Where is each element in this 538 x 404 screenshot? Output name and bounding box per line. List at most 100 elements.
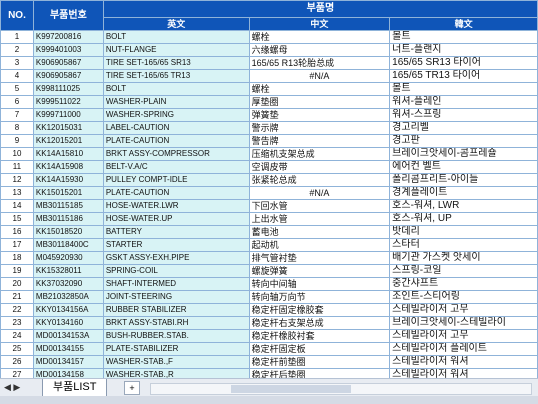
chinese-name-cell[interactable]: 165/65 R13轮胎总成	[248, 56, 391, 70]
part-number-cell[interactable]: K906905867	[32, 69, 104, 83]
english-name-cell[interactable]: WASHER-STAB.,R	[102, 368, 250, 378]
chinese-name-cell[interactable]: 空调皮带	[248, 160, 391, 174]
korean-name-cell[interactable]: 스테빌라이저 플레이트	[389, 342, 538, 356]
korean-name-cell[interactable]: 배기관 가스켓 앗세이	[389, 251, 538, 265]
korean-name-cell[interactable]: 스테빌라이저 고무	[389, 303, 538, 317]
row-number-cell[interactable]: 17	[0, 238, 34, 252]
korean-name-cell[interactable]: 스테빌라이저 고무	[389, 329, 538, 343]
korean-name-cell[interactable]: 경고리벨	[389, 121, 538, 135]
header-part-name[interactable]: 부품명	[102, 0, 538, 18]
part-number-cell[interactable]: KK14A15930	[32, 173, 104, 187]
part-number-cell[interactable]: K997200816	[32, 30, 104, 44]
part-number-cell[interactable]: KK12015031	[32, 121, 104, 135]
korean-name-cell[interactable]: 볼트	[389, 30, 538, 44]
korean-name-cell[interactable]: 호스-워셔, UP	[389, 212, 538, 226]
chinese-name-cell[interactable]: 排气管衬垫	[248, 251, 391, 265]
chinese-name-cell[interactable]: 稳定杆右支架总成	[248, 316, 391, 330]
english-name-cell[interactable]: HOSE-WATER.LWR	[102, 199, 250, 213]
header-chinese[interactable]: 中文	[248, 17, 391, 31]
english-name-cell[interactable]: WASHER-SPRING	[102, 108, 250, 122]
part-number-cell[interactable]: KK14A15908	[32, 160, 104, 174]
english-name-cell[interactable]: BRKT ASSY-STABI.RH	[102, 316, 250, 330]
chinese-name-cell[interactable]: 稳定杆固定橡胶套	[248, 303, 391, 317]
chinese-name-cell[interactable]: 压缩机支架总成	[248, 147, 391, 161]
english-name-cell[interactable]: SHAFT-INTERMED	[102, 277, 250, 291]
part-number-cell[interactable]: MB30115186	[32, 212, 104, 226]
english-name-cell[interactable]: GSKT ASSY-EXH.PIPE	[102, 251, 250, 265]
row-number-cell[interactable]: 19	[0, 264, 34, 278]
chinese-name-cell[interactable]: 厚垫圈	[248, 95, 391, 109]
sheet-nav-arrows-icon[interactable]: ◀ ▶	[4, 382, 20, 393]
part-number-cell[interactable]: K998111025	[32, 82, 104, 96]
part-number-cell[interactable]: KK37032090	[32, 277, 104, 291]
part-number-cell[interactable]: MD00134153A	[32, 329, 104, 343]
korean-name-cell[interactable]: 스프링-코일	[389, 264, 538, 278]
english-name-cell[interactable]: BELT-V.A/C	[102, 160, 250, 174]
part-number-cell[interactable]: K999711000	[32, 108, 104, 122]
english-name-cell[interactable]: LABEL-CAUTION	[102, 121, 250, 135]
chinese-name-cell[interactable]: 警示牌	[248, 121, 391, 135]
english-name-cell[interactable]: WASHER-PLAIN	[102, 95, 250, 109]
row-number-cell[interactable]: 1	[0, 30, 34, 44]
part-number-cell[interactable]: MD00134157	[32, 355, 104, 369]
english-name-cell[interactable]: TIRE SET-165/65 TR13	[102, 69, 250, 83]
header-part-number[interactable]: 부품번호	[32, 0, 104, 31]
part-number-cell[interactable]: MD00134158	[32, 368, 104, 378]
sheet-tab-parts-list[interactable]: 부품LIST	[42, 379, 108, 397]
korean-name-cell[interactable]: 브레이크앗세이-스테빌라이	[389, 316, 538, 330]
row-number-cell[interactable]: 20	[0, 277, 34, 291]
english-name-cell[interactable]: JOINT-STEERING	[102, 290, 250, 304]
row-number-cell[interactable]: 16	[0, 225, 34, 239]
chinese-name-cell[interactable]: 稳定杆橡胶衬套	[248, 329, 391, 343]
row-number-cell[interactable]: 22	[0, 303, 34, 317]
part-number-cell[interactable]: KK15018520	[32, 225, 104, 239]
part-number-cell[interactable]: KK12015201	[32, 134, 104, 148]
part-number-cell[interactable]: MB30115185	[32, 199, 104, 213]
chinese-name-cell[interactable]: 下回水管	[248, 199, 391, 213]
chinese-name-cell[interactable]: 警告牌	[248, 134, 391, 148]
part-number-cell[interactable]: KKY0134160	[32, 316, 104, 330]
chinese-name-cell[interactable]: 螺栓	[248, 82, 391, 96]
english-name-cell[interactable]: HOSE-WATER.UP	[102, 212, 250, 226]
row-number-cell[interactable]: 15	[0, 212, 34, 226]
header-english[interactable]: 英文	[102, 17, 250, 31]
korean-name-cell[interactable]: 경계플레이트	[389, 186, 538, 200]
korean-name-cell[interactable]: 에어컨 벨트	[389, 160, 538, 174]
korean-name-cell[interactable]: 볼트	[389, 82, 538, 96]
chinese-name-cell[interactable]: 稳定杆固定板	[248, 342, 391, 356]
row-number-cell[interactable]: 10	[0, 147, 34, 161]
row-number-cell[interactable]: 24	[0, 329, 34, 343]
korean-name-cell[interactable]: 워셔-플레인	[389, 95, 538, 109]
chinese-name-cell[interactable]: 弹簧垫	[248, 108, 391, 122]
row-number-cell[interactable]: 4	[0, 69, 34, 83]
chinese-name-cell[interactable]: #N/A	[248, 186, 391, 200]
part-number-cell[interactable]: KK14A15810	[32, 147, 104, 161]
chinese-name-cell[interactable]: 转向轴万向节	[248, 290, 391, 304]
row-number-cell[interactable]: 26	[0, 355, 34, 369]
english-name-cell[interactable]: PLATE-CAUTION	[102, 134, 250, 148]
english-name-cell[interactable]: BATTERY	[102, 225, 250, 239]
korean-name-cell[interactable]: 조인트-스티어링	[389, 290, 538, 304]
part-number-cell[interactable]: K999511022	[32, 95, 104, 109]
english-name-cell[interactable]: NUT-FLANGE	[102, 43, 250, 57]
part-number-cell[interactable]: MB21032850A	[32, 290, 104, 304]
english-name-cell[interactable]: STARTER	[102, 238, 250, 252]
chinese-name-cell[interactable]: 转向中间轴	[248, 277, 391, 291]
header-korean[interactable]: 韓文	[389, 17, 538, 31]
korean-name-cell[interactable]: 밧데리	[389, 225, 538, 239]
chinese-name-cell[interactable]: 螺栓	[248, 30, 391, 44]
korean-name-cell[interactable]: 호스-워셔, LWR	[389, 199, 538, 213]
korean-name-cell[interactable]: 스테빌라이저 워셔	[389, 368, 538, 378]
korean-name-cell[interactable]: 폴리콤프리트-아이들	[389, 173, 538, 187]
part-number-cell[interactable]: MD00134155	[32, 342, 104, 356]
part-number-cell[interactable]: KKY0134156A	[32, 303, 104, 317]
row-number-cell[interactable]: 14	[0, 199, 34, 213]
row-number-cell[interactable]: 12	[0, 173, 34, 187]
english-name-cell[interactable]: SPRING-COIL	[102, 264, 250, 278]
korean-name-cell[interactable]: 스타터	[389, 238, 538, 252]
korean-name-cell[interactable]: 워셔-스프링	[389, 108, 538, 122]
row-number-cell[interactable]: 18	[0, 251, 34, 265]
row-number-cell[interactable]: 11	[0, 160, 34, 174]
english-name-cell[interactable]: BRKT ASSY-COMPRESSOR	[102, 147, 250, 161]
row-number-cell[interactable]: 3	[0, 56, 34, 70]
